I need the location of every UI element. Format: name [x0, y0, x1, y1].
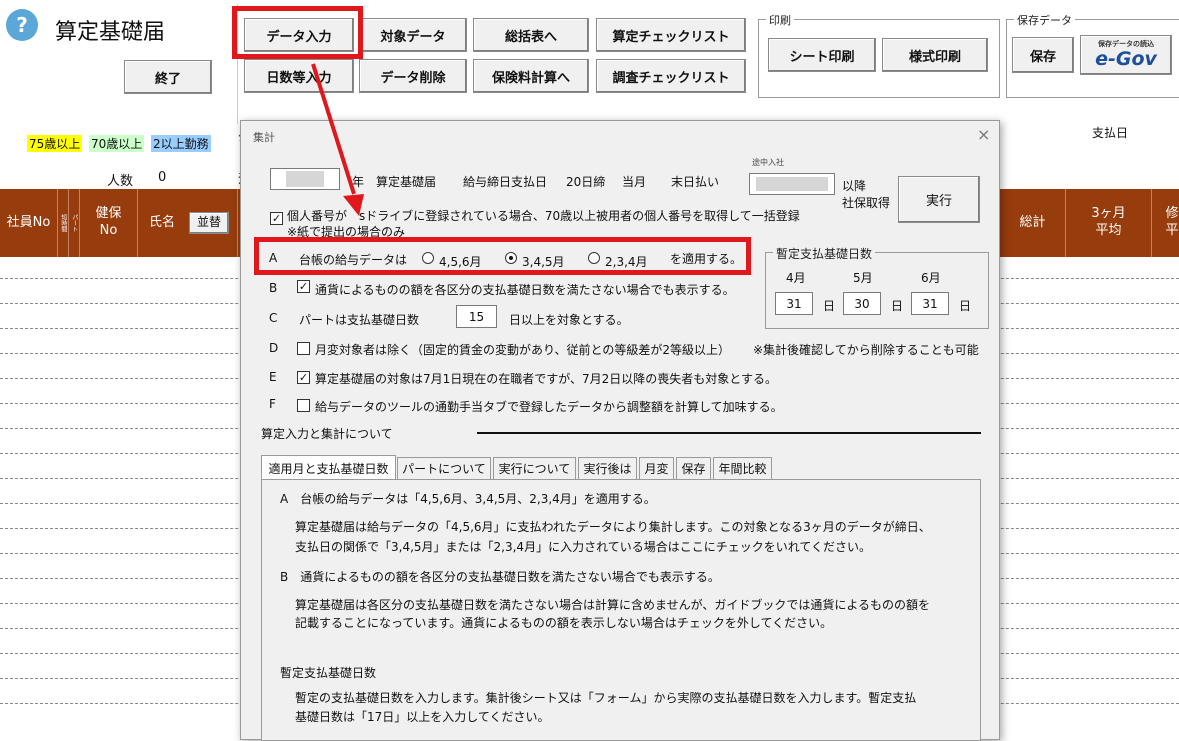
annotation-arrow: [311, 63, 364, 216]
annotation-arrow-line: [311, 63, 356, 195]
annotation-arrow-head: [343, 194, 364, 216]
